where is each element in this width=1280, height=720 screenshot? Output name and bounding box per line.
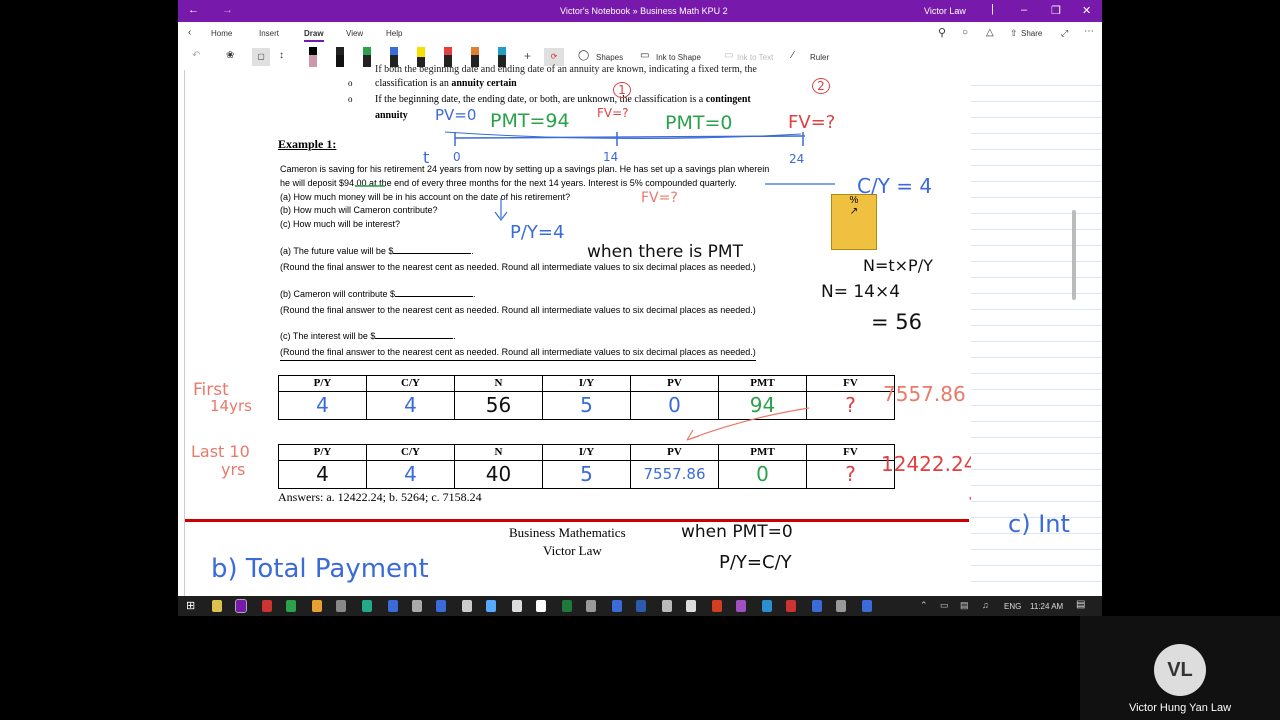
app-icon-8[interactable] [388, 600, 398, 612]
shapes-button[interactable]: Shapes [596, 53, 623, 62]
app-icon-10[interactable] [436, 600, 446, 612]
windows-start-icon[interactable]: ⊞ [186, 599, 195, 612]
app-icon-12[interactable] [486, 600, 496, 612]
participant-name: Victor Hung Yan Law [1128, 702, 1232, 714]
maximize-icon[interactable]: ❐ [1051, 4, 1061, 17]
more-icon[interactable]: ⋯ [1084, 26, 1094, 37]
file-explorer-icon[interactable] [212, 600, 222, 612]
onenote-window: ← → Victor's Notebook » Business Math KP… [178, 0, 1102, 616]
lasso-select-icon[interactable]: ❀ [226, 50, 234, 61]
tab-home[interactable]: Home [211, 29, 232, 38]
pen-black-icon[interactable] [309, 47, 317, 67]
ink-c-int: c) Int [1008, 510, 1070, 538]
ink-to-text-button[interactable]: Ink to Text [737, 53, 773, 62]
eraser-icon[interactable]: ▢ [252, 48, 270, 66]
tab-view[interactable]: View [346, 29, 363, 38]
minimize-icon[interactable]: – [1021, 4, 1027, 16]
app-icon-26[interactable] [836, 600, 846, 612]
ruler-icon[interactable]: ∕ [792, 50, 794, 61]
ribbon-tabs: ‹ Home Insert Draw View Help ⚲ ○ △ ⇧ Sha… [178, 22, 1102, 45]
ink-to-shape-button[interactable]: Ink to Shape [656, 53, 701, 62]
title-bar: ← → Victor's Notebook » Business Math KP… [178, 0, 1102, 22]
tab-insert[interactable]: Insert [259, 29, 279, 38]
app-icon-17[interactable] [612, 600, 622, 612]
avatar: VL [1154, 644, 1206, 696]
calculator-icon[interactable] [662, 600, 672, 612]
ink-to-shape-icon[interactable]: ▭ [640, 50, 649, 61]
close-icon[interactable]: ✕ [1082, 4, 1091, 17]
app-icon-25[interactable] [812, 600, 822, 612]
bell-icon[interactable]: △ [986, 27, 994, 38]
notifications-icon[interactable]: ▤ [1076, 599, 1085, 610]
app-icon-11[interactable] [462, 600, 472, 612]
onenote-taskbar-icon[interactable] [235, 599, 247, 613]
ruler-button[interactable]: Ruler [810, 53, 829, 62]
expand-icon[interactable]: ⤢ [1061, 28, 1068, 39]
app-icon-21[interactable] [712, 600, 722, 612]
battery-icon[interactable]: ▭ [940, 600, 949, 611]
network-icon[interactable]: ▤ [960, 600, 969, 611]
word-icon[interactable] [636, 600, 646, 612]
app-icon-27[interactable] [862, 600, 872, 612]
back-arrow-icon[interactable]: ← [188, 4, 199, 16]
tray-chevron-icon[interactable]: ⌃ [920, 600, 928, 611]
app-icon-13[interactable] [512, 600, 522, 612]
shapes-icon[interactable]: ◯ [578, 50, 589, 61]
add-space-icon[interactable]: ↕ [279, 50, 284, 61]
chrome-icon[interactable] [312, 600, 322, 612]
tab-draw[interactable]: Draw [304, 29, 324, 42]
note-page[interactable]: If both the beginning date and ending da… [184, 64, 1025, 596]
app-icon-9[interactable] [412, 600, 422, 612]
participant-tile[interactable]: VL Victor Hung Yan Law [1080, 616, 1280, 720]
app-icon-20[interactable] [686, 600, 696, 612]
window-title: Victor's Notebook » Business Math KPU 2 [560, 6, 728, 16]
app-icon-3[interactable] [262, 600, 272, 612]
search-icon[interactable]: ⚲ [938, 26, 946, 39]
windows-taskbar: ⊞ ⌃ ▭ ▤ ♫ ENG 11:24 AM ▤ [178, 596, 1102, 616]
language-indicator[interactable]: ENG [1004, 602, 1021, 611]
share-button[interactable]: Share [1021, 29, 1042, 38]
share-icon[interactable]: ⇧ [1010, 28, 1018, 39]
app-icon-24[interactable] [786, 600, 796, 612]
volume-icon[interactable]: ♫ [982, 600, 989, 610]
scrollbar-thumb[interactable] [1072, 210, 1076, 300]
nav-back-icon[interactable]: ‹ [188, 27, 191, 38]
app-icon-4[interactable] [286, 600, 296, 612]
app-icon-7[interactable] [362, 600, 372, 612]
excel-icon[interactable] [562, 600, 572, 612]
add-pen-icon[interactable]: + [524, 49, 531, 63]
lightbulb-icon[interactable]: ○ [962, 27, 968, 38]
tab-help[interactable]: Help [386, 29, 402, 38]
forward-arrow-icon[interactable]: → [222, 4, 233, 16]
separator: | [991, 3, 994, 15]
ink-to-text-icon[interactable]: ▭ [724, 50, 733, 61]
ink-strokes [355, 131, 835, 441]
pen-green-icon[interactable] [363, 47, 371, 67]
edge-icon[interactable] [762, 600, 772, 612]
app-icon-6[interactable] [336, 600, 346, 612]
side-note-area[interactable]: c) Int [971, 70, 1102, 596]
user-name[interactable]: Victor Law [924, 6, 966, 16]
app-icon-16[interactable] [586, 600, 596, 612]
note-canvas[interactable]: If both the beginning date and ending da… [178, 64, 1102, 596]
app-icon-14[interactable] [536, 600, 546, 612]
clock[interactable]: 11:24 AM [1030, 602, 1063, 611]
app-icon-22[interactable] [736, 600, 746, 612]
undo-icon[interactable]: ↶ [192, 50, 200, 61]
pen-dark-icon[interactable] [336, 47, 344, 67]
